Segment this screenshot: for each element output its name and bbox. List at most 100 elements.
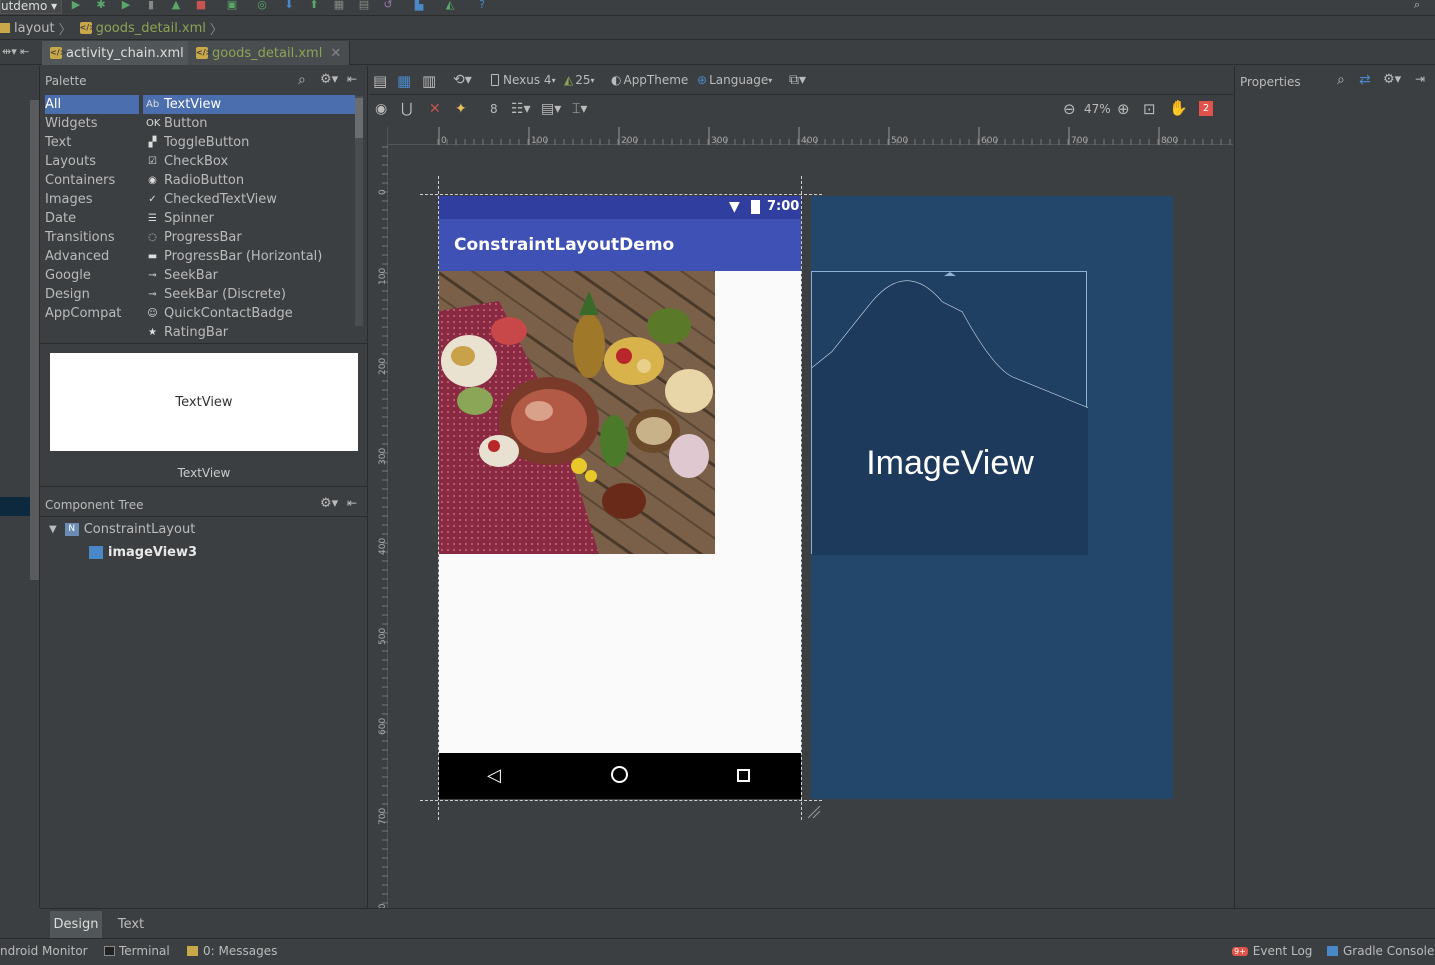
search-everywhere-icon[interactable]: ⌕	[1411, 0, 1423, 10]
both-views-icon[interactable]: ▥	[422, 72, 436, 90]
resize-handle[interactable]	[806, 804, 822, 820]
theme-select[interactable]: ◐ AppTheme	[611, 73, 688, 87]
tab-goods-detail[interactable]: </> goods_detail.xml ✕	[188, 41, 351, 65]
zoom-in-icon[interactable]: ⊕	[1117, 100, 1130, 118]
palette-category[interactable]: Transitions	[45, 228, 139, 247]
hide-panel-icon[interactable]: ⇤	[347, 496, 357, 510]
blueprint-imageview[interactable]: ImageView	[811, 271, 1088, 555]
apply-changes-icon[interactable]: ▶	[120, 0, 132, 10]
palette-widget[interactable]: ⊸ SeekBar (Discrete)	[143, 285, 355, 304]
palette-category[interactable]: Advanced	[45, 247, 139, 266]
language-select[interactable]: ⊕ Language ▾	[697, 73, 772, 87]
structure-icon[interactable]: ▤	[358, 0, 370, 10]
stop-icon[interactable]: ■	[195, 0, 207, 10]
palette-category[interactable]: Containers	[45, 171, 139, 190]
breadcrumb-item-file[interactable]: </> goods_detail.xml 〉	[79, 19, 223, 38]
gradle-console-button[interactable]: Gradle Console	[1327, 944, 1434, 958]
hide-panel-icon[interactable]: ⇥	[1415, 72, 1425, 86]
home-icon[interactable]	[611, 766, 628, 783]
show-constraints-icon[interactable]: ◉	[375, 101, 387, 117]
clear-constraints-icon[interactable]: ✕	[429, 101, 441, 117]
widget-list-scrollbar[interactable]	[355, 96, 363, 326]
sdk-manager-icon[interactable]: ▙	[413, 0, 425, 10]
recents-icon[interactable]	[737, 769, 750, 782]
palette-widget[interactable]: ★ RatingBar	[143, 323, 355, 342]
palette-widget[interactable]: ☰ Spinner	[143, 209, 355, 228]
palette-widget[interactable]: Ab TextView	[143, 95, 355, 114]
split-icon[interactable]: ⇹▾	[2, 45, 17, 58]
pan-hand-icon[interactable]: ✋	[1169, 99, 1188, 117]
palette-category[interactable]: Google	[45, 266, 139, 285]
zoom-fit-icon[interactable]: ⊡	[1143, 100, 1156, 118]
default-margin-value[interactable]: 8	[490, 102, 498, 116]
messages-button[interactable]: 0: Messages	[187, 944, 277, 958]
terminal-button[interactable]: Terminal	[104, 944, 170, 958]
palette-category[interactable]: All	[45, 95, 139, 114]
android-monitor-button[interactable]: ndroid Monitor	[0, 944, 88, 958]
palette-widget[interactable]: ☑ CheckBox	[143, 152, 355, 171]
layout-variants-icon[interactable]: ⧉▾	[789, 72, 806, 88]
palette-widget[interactable]: ▬ ProgressBar (Horizontal)	[143, 247, 355, 266]
palette-category[interactable]: Text	[45, 133, 139, 152]
gear-icon[interactable]: ⚙▾	[320, 496, 338, 511]
android-device-icon[interactable]: ◭	[444, 0, 456, 10]
palette-widget[interactable]: OK Button	[143, 114, 355, 133]
hide-panel-icon[interactable]: ⇤	[347, 72, 357, 86]
run-icon[interactable]: ▶	[70, 0, 82, 10]
pack-icon[interactable]: ☷▾	[511, 101, 531, 117]
palette-category[interactable]: Images	[45, 190, 139, 209]
help-icon[interactable]: ?	[476, 0, 488, 10]
close-icon[interactable]: ✕	[330, 46, 341, 61]
device-select[interactable]: Nexus 4 ▾	[491, 73, 556, 87]
tab-design[interactable]: Design	[50, 911, 102, 938]
palette-category[interactable]: Design	[45, 285, 139, 304]
api-select[interactable]: ◭ 25 ▾	[564, 73, 595, 87]
search-icon[interactable]: ⌕	[298, 72, 306, 88]
expand-arrow-icon[interactable]: ▼	[49, 524, 57, 535]
avd-manager-icon[interactable]: ▣	[226, 0, 238, 10]
breadcrumb-item-layout[interactable]: layout 〉	[0, 19, 72, 38]
gear-icon[interactable]: ⚙▾	[320, 72, 338, 87]
download-icon[interactable]: ⬇	[283, 0, 295, 10]
toggle-view-icon[interactable]: ⇄	[1359, 72, 1371, 88]
palette-widget[interactable]: ☺ QuickContactBadge	[143, 304, 355, 323]
event-log-button[interactable]: 9+ Event Log	[1232, 944, 1312, 958]
search-icon[interactable]: ⌕	[1337, 72, 1345, 88]
palette-category[interactable]: Layouts	[45, 152, 139, 171]
palette-category[interactable]: Date	[45, 209, 139, 228]
collapse-icon[interactable]: ⇤	[20, 45, 29, 58]
tool-label: 0: Messages	[203, 944, 278, 958]
blueprint-view-icon[interactable]: ▦	[397, 72, 411, 90]
error-badge[interactable]: 2	[1199, 101, 1213, 116]
palette-widget[interactable]: ◌ ProgressBar	[143, 228, 355, 247]
infer-constraints-icon[interactable]: ✦	[455, 101, 467, 117]
profile-icon[interactable]: ▲	[170, 0, 182, 10]
palette-category[interactable]: AppCompat	[45, 304, 139, 323]
back-icon[interactable]: ◁	[487, 765, 501, 786]
palette-widget[interactable]: ✓ CheckedTextView	[143, 190, 355, 209]
zoom-out-icon[interactable]: ⊖	[1063, 100, 1076, 118]
upload-icon[interactable]: ⬆	[308, 0, 320, 10]
tab-activity-chain[interactable]: </> activity_chain.xml ✕	[42, 41, 212, 65]
tree-node-root[interactable]: ▼ N ConstraintLayout	[49, 522, 195, 537]
food-photo[interactable]	[439, 271, 715, 554]
run-config-select[interactable]: utdemo ▾	[0, 0, 63, 14]
tree-node-imageview[interactable]: imageView3	[89, 545, 197, 560]
sync-icon[interactable]: ◎	[256, 0, 268, 10]
palette-category[interactable]: Widgets	[45, 114, 139, 133]
align-icon[interactable]: ▤▾	[541, 101, 561, 117]
design-view-icon[interactable]: ▤	[373, 72, 387, 90]
orientation-icon[interactable]: ⟲▾	[453, 72, 472, 88]
palette-widget[interactable]: ◉ RadioButton	[143, 171, 355, 190]
autoconnect-icon[interactable]: ⋃	[401, 101, 412, 117]
guidelines-icon[interactable]: ⌶▾	[572, 101, 587, 117]
layout-icon[interactable]: ▦	[333, 0, 345, 10]
left-scrollbar[interactable]	[30, 100, 39, 580]
debug-icon[interactable]: ✱	[95, 0, 107, 10]
palette-widget[interactable]: ⊸ SeekBar	[143, 266, 355, 285]
gear-icon[interactable]: ⚙▾	[1383, 72, 1401, 87]
attach-debugger-icon[interactable]: ▮	[145, 0, 157, 10]
palette-widget[interactable]: ▞ ToggleButton	[143, 133, 355, 152]
undo-icon[interactable]: ↺	[382, 0, 394, 10]
tab-text[interactable]: Text	[110, 911, 152, 938]
